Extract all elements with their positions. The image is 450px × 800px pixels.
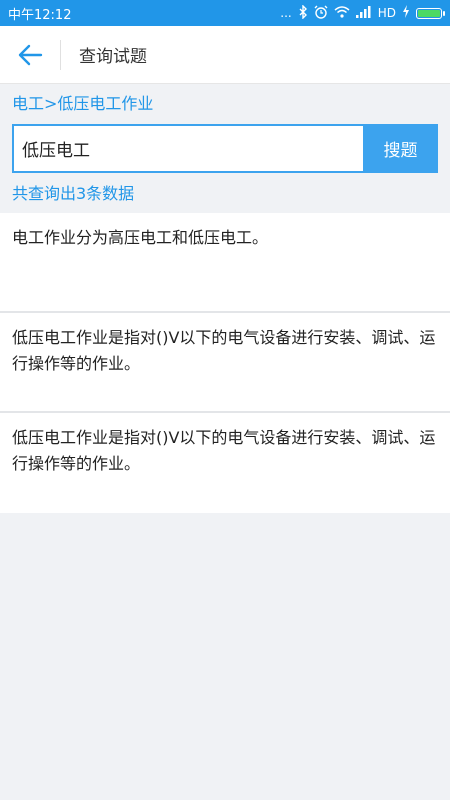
alarm-icon <box>314 5 328 22</box>
back-button[interactable] <box>0 26 60 84</box>
breadcrumb[interactable]: 电工>低压电工作业 <box>0 84 450 120</box>
more-dots: ... <box>280 6 292 20</box>
result-text: 低压电工作业是指对()V以下的电气设备进行安装、调试、运行操作等的作业。 <box>12 328 436 373</box>
charging-icon <box>402 5 410 21</box>
result-text: 低压电工作业是指对()V以下的电气设备进行安装、调试、运行操作等的作业。 <box>12 428 436 473</box>
app-bar: 查询试题 <box>0 26 450 84</box>
page-title: 查询试题 <box>79 47 147 67</box>
status-icons: ... HD <box>280 3 445 22</box>
signal-icon <box>355 5 372 21</box>
bluetooth-icon <box>298 3 308 22</box>
arrow-left-icon <box>18 44 43 65</box>
status-bar: 中午12:12 ... HD <box>0 0 450 26</box>
wifi-icon <box>334 5 350 21</box>
search-bar: 搜题 <box>12 124 438 173</box>
result-item[interactable]: 低压电工作业是指对()V以下的电气设备进行安装、调试、运行操作等的作业。 <box>0 413 450 513</box>
appbar-divider <box>60 39 61 70</box>
results-list: 电工作业分为高压电工和低压电工。 低压电工作业是指对()V以下的电气设备进行安装… <box>0 213 450 513</box>
search-input[interactable] <box>12 124 363 173</box>
result-item[interactable]: 低压电工作业是指对()V以下的电气设备进行安装、调试、运行操作等的作业。 <box>0 313 450 413</box>
result-count: 共查询出3条数据 <box>12 184 135 203</box>
result-item[interactable]: 电工作业分为高压电工和低压电工。 <box>0 213 450 313</box>
search-button[interactable]: 搜题 <box>363 124 438 173</box>
battery-level <box>418 9 440 17</box>
result-text: 电工作业分为高压电工和低压电工。 <box>12 228 269 247</box>
network-type: HD <box>377 6 396 20</box>
status-time: 中午12:12 <box>8 7 72 23</box>
battery-icon <box>416 7 445 19</box>
